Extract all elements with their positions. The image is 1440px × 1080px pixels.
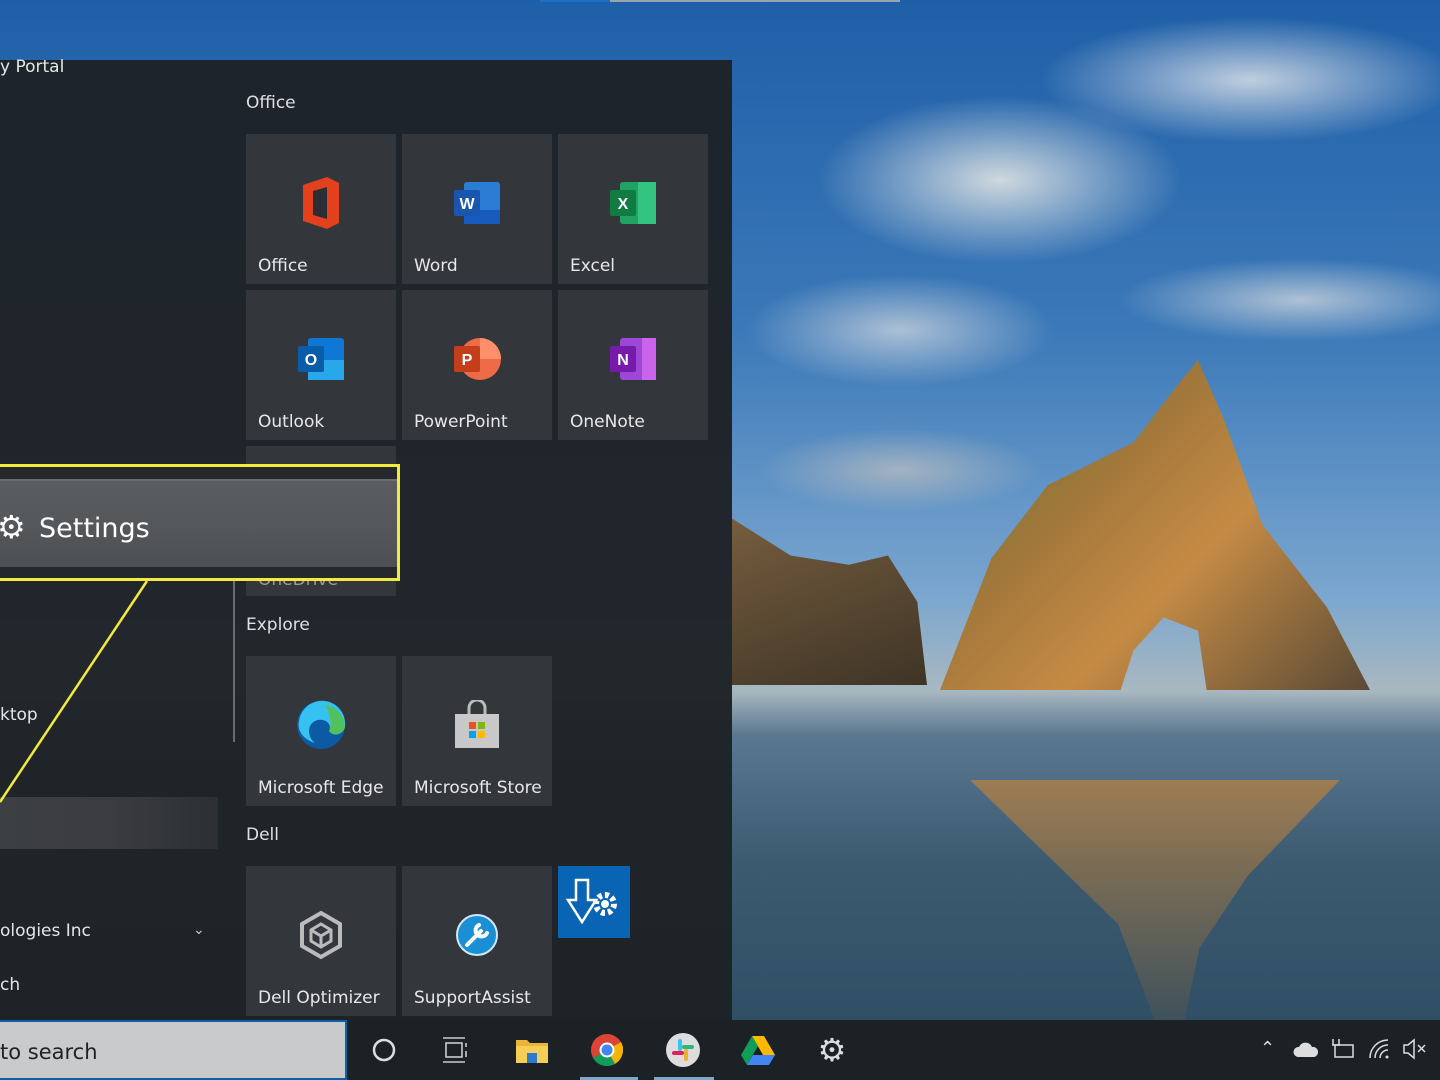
tile-powerpoint[interactable]: P PowerPoint (402, 290, 552, 440)
tile-microsoft-edge[interactable]: Microsoft Edge (246, 656, 396, 806)
tile-label: Microsoft Edge (258, 778, 384, 798)
tile-excel[interactable]: X Excel (558, 134, 708, 284)
cortana-icon[interactable] (364, 1030, 404, 1070)
top-progress-bar (540, 0, 900, 2)
tile-onenote[interactable]: N OneNote (558, 290, 708, 440)
svg-text:X: X (618, 196, 629, 213)
svg-text:P: P (462, 352, 473, 369)
tile-label: SupportAssist (414, 988, 531, 1008)
tile-dell-optimizer[interactable]: Dell Optimizer (246, 866, 396, 1016)
tile-label: Excel (570, 256, 616, 276)
group-title-office: Office (246, 93, 296, 113)
file-explorer-icon[interactable] (512, 1030, 552, 1070)
dell-optimizer-icon (300, 910, 342, 960)
show-hidden-icons-chevron-icon[interactable]: ⌃ (1260, 1038, 1275, 1059)
task-view-icon[interactable] (436, 1030, 476, 1070)
tile-word[interactable]: W Word (402, 134, 552, 284)
chevron-down-icon[interactable]: ⌄ (193, 922, 205, 938)
supportassist-icon (456, 914, 498, 956)
search-box[interactable]: to search (0, 1020, 347, 1080)
tile-outlook[interactable]: O Outlook (246, 290, 396, 440)
tile-office[interactable]: Office (246, 134, 396, 284)
dell-update-icon (565, 878, 617, 925)
tile-supportassist[interactable]: SupportAssist (402, 866, 552, 1016)
battery-icon[interactable] (1330, 1038, 1356, 1065)
onenote-icon: N (610, 338, 656, 380)
group-title-explore: Explore (246, 615, 310, 635)
outlook-icon: O (298, 338, 344, 380)
scrollbar[interactable] (233, 580, 235, 742)
google-drive-icon[interactable] (738, 1030, 778, 1070)
tile-label: Dell Optimizer (258, 988, 380, 1008)
excel-icon: X (610, 182, 656, 224)
tile-label: Microsoft Store (414, 778, 542, 798)
store-icon (455, 700, 499, 748)
svg-text:N: N (617, 352, 629, 369)
tile-dell-update[interactable] (558, 866, 630, 938)
volume-muted-icon[interactable] (1402, 1038, 1428, 1065)
tile-label: PowerPoint (414, 412, 508, 432)
app-list-item[interactable]: ch (0, 975, 20, 995)
svg-text:O: O (305, 352, 317, 369)
svg-text:W: W (459, 196, 475, 213)
app-list-folder[interactable]: ologies Inc (0, 921, 91, 941)
chrome-icon[interactable] (587, 1030, 627, 1070)
tile-label: Office (258, 256, 308, 276)
edge-icon (297, 700, 346, 749)
search-placeholder: to search (0, 1040, 98, 1064)
tile-label: OneNote (570, 412, 645, 432)
slack-icon[interactable] (663, 1030, 703, 1070)
taskbar: to search ⚙ ⌃ (0, 1020, 1440, 1080)
powerpoint-icon: P (454, 338, 501, 380)
settings-gear-icon[interactable]: ⚙ (812, 1030, 852, 1070)
group-title-dell: Dell (246, 825, 279, 845)
tile-label: Word (414, 256, 458, 276)
office-icon (303, 177, 339, 229)
word-icon: W (454, 182, 500, 224)
tile-microsoft-store[interactable]: Microsoft Store (402, 656, 552, 806)
tile-label: Outlook (258, 412, 325, 432)
callout-pointer-line (0, 580, 149, 803)
wifi-icon[interactable] (1368, 1038, 1392, 1065)
onedrive-cloud-icon[interactable] (1293, 1042, 1319, 1063)
